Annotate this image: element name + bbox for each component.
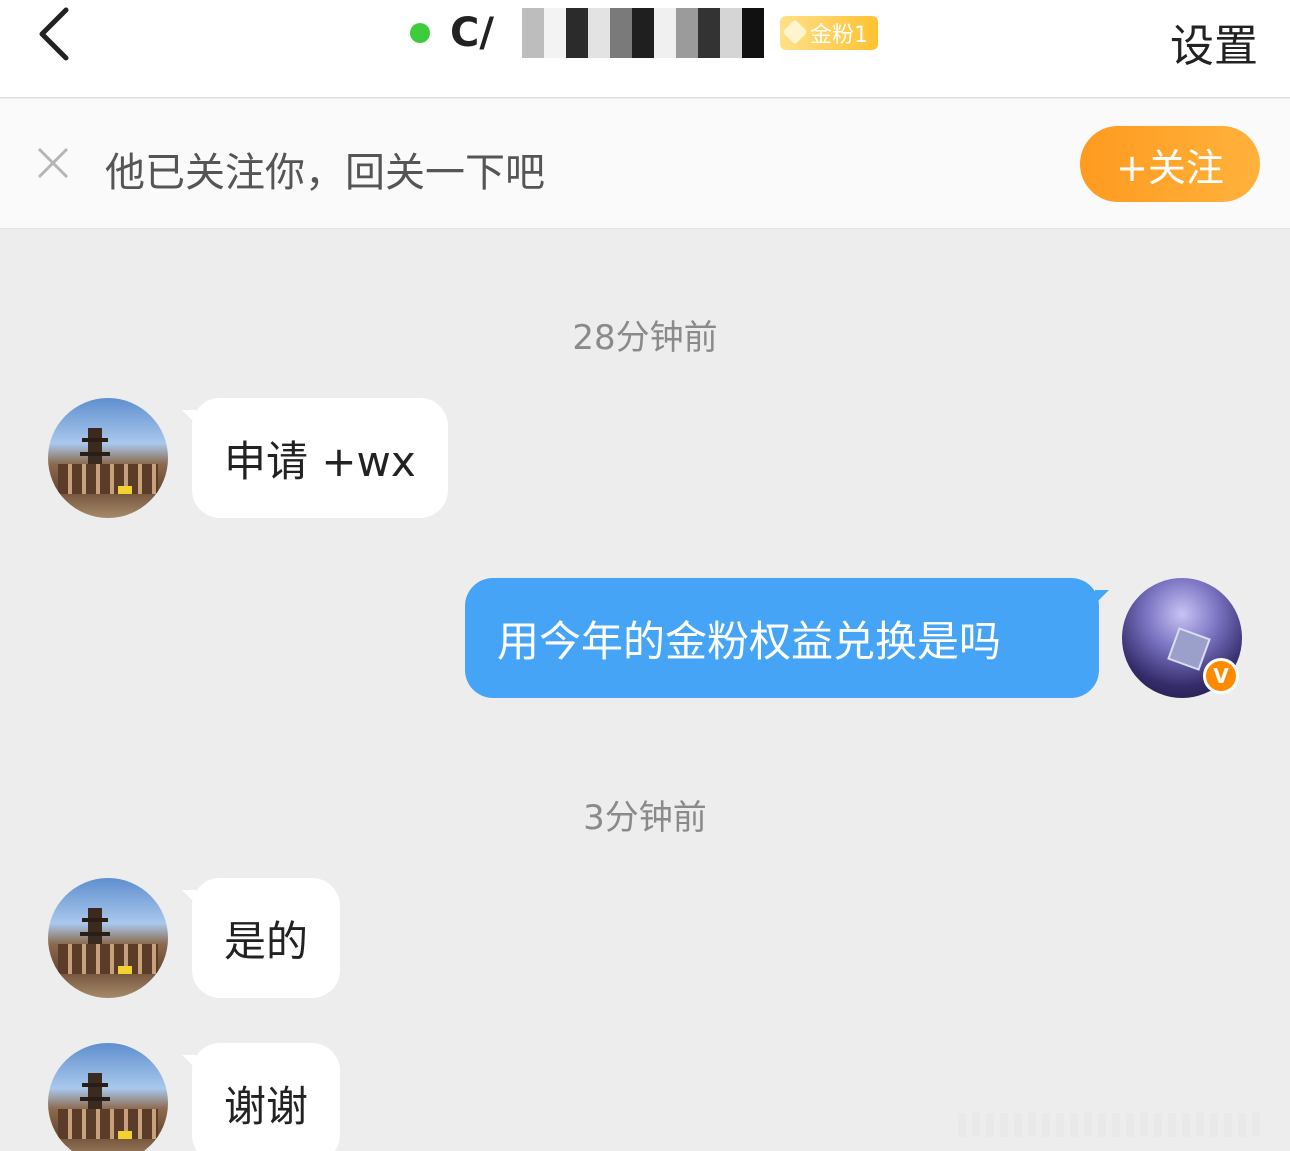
back-arrow-icon[interactable]	[30, 4, 80, 64]
message-bubble-sent[interactable]: 用今年的金粉权益兑换是吗	[465, 578, 1109, 698]
top-bar: C/ 金粉1 设置	[0, 0, 1290, 98]
message-bubble-received[interactable]: 谢谢	[181, 1043, 341, 1151]
watermark	[958, 1113, 1260, 1137]
online-dot-icon	[410, 23, 430, 43]
message-bubble-received[interactable]: 申请 +wx	[182, 398, 448, 518]
settings-button[interactable]: 设置	[1170, 10, 1258, 74]
follow-button[interactable]: +关注	[1080, 126, 1260, 202]
sender-avatar[interactable]	[48, 878, 168, 998]
sender-avatar[interactable]	[48, 398, 168, 518]
message-bubble-received[interactable]: 是的	[181, 878, 341, 998]
fan-level-badge[interactable]: 金粉1	[779, 16, 878, 50]
timestamp: 3分钟前	[583, 798, 707, 838]
redacted-name-mosaic	[499, 8, 764, 58]
verified-v-icon: V	[1203, 658, 1239, 694]
badge-label: 金粉1	[809, 23, 868, 48]
title-text: C/	[450, 10, 494, 56]
gem-icon	[782, 19, 808, 45]
close-icon[interactable]	[36, 146, 70, 180]
timestamp: 28分钟前	[572, 318, 718, 358]
conversation-title[interactable]: C/ 金粉1	[410, 8, 878, 58]
sender-avatar[interactable]	[48, 1043, 168, 1151]
follow-back-text: 他已关注你，回关一下吧	[105, 150, 545, 196]
